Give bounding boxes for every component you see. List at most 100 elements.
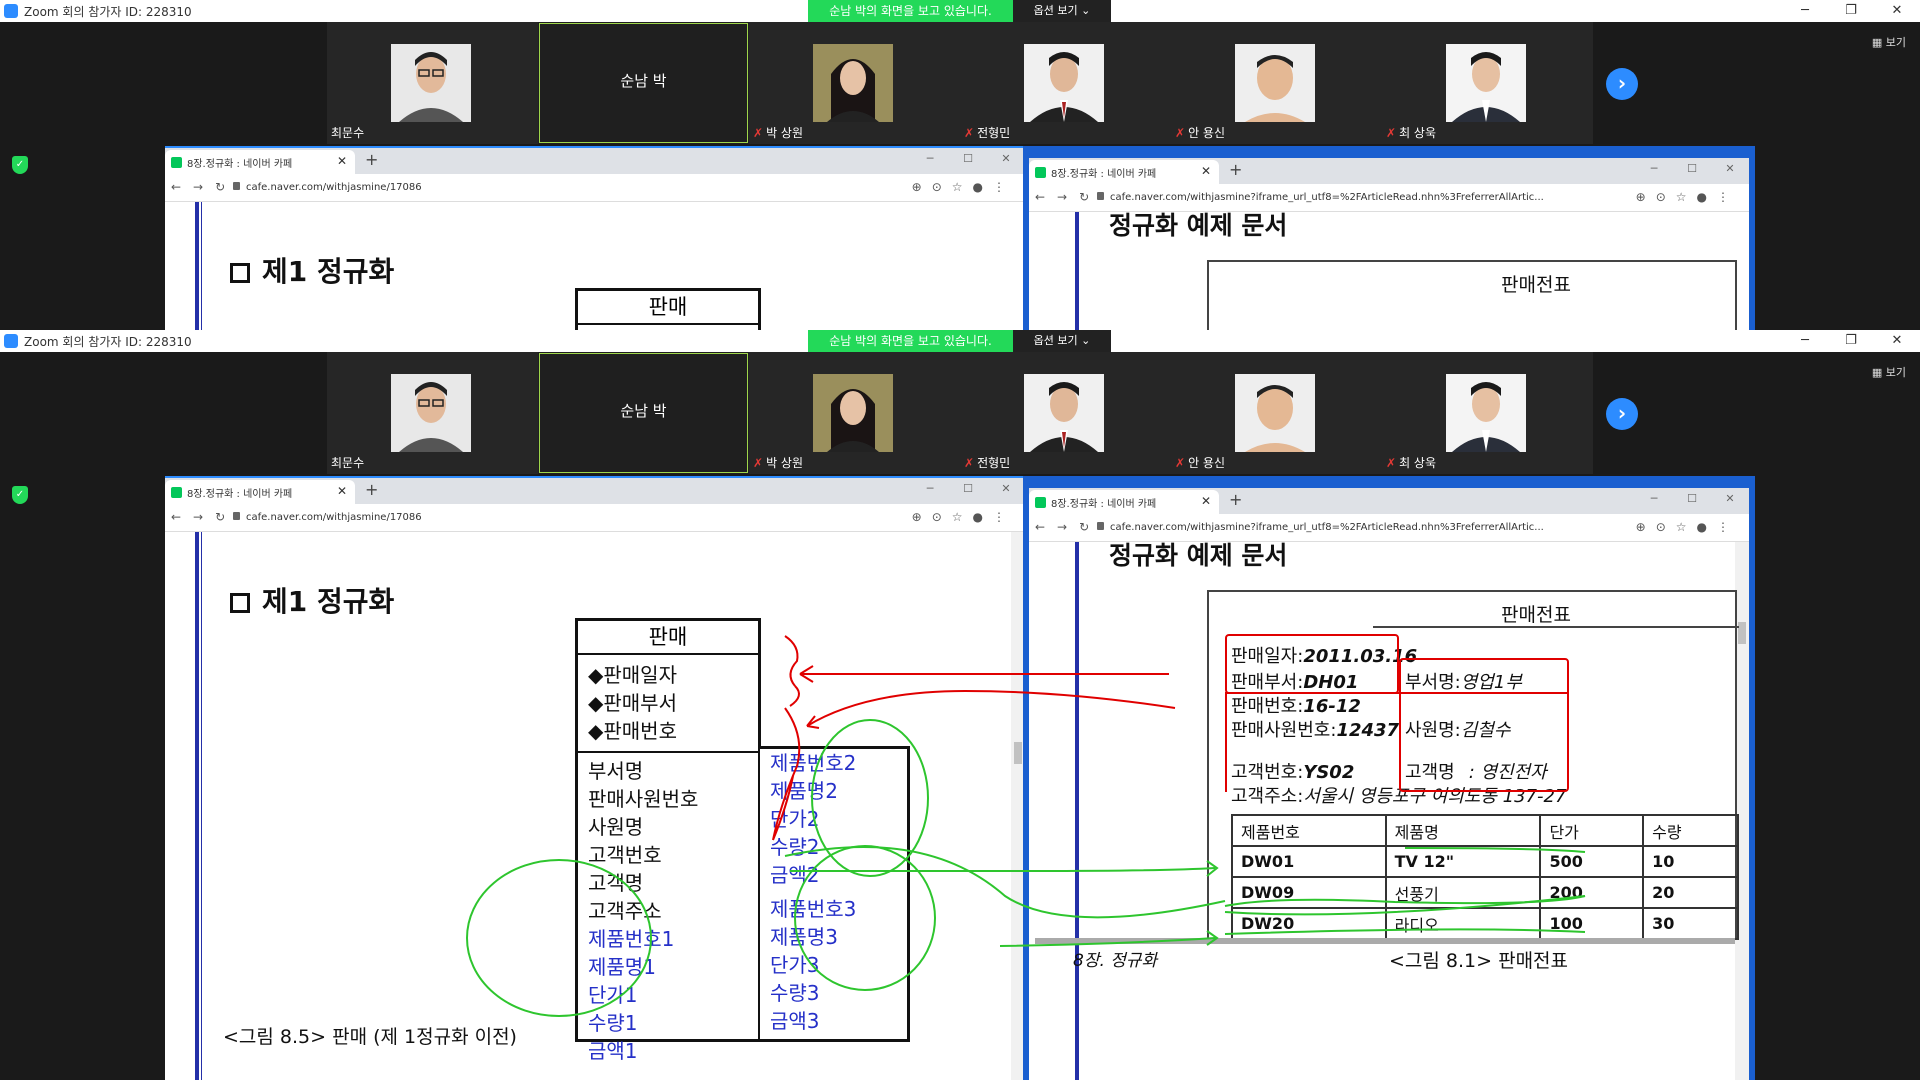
- minimize-icon[interactable]: ─: [1635, 488, 1673, 510]
- participant-photo: [1235, 44, 1315, 122]
- muted-mic-icon: ✗: [964, 126, 975, 140]
- minimize-icon[interactable]: ─: [1782, 330, 1828, 352]
- tab-close-icon[interactable]: ✕: [1201, 494, 1211, 508]
- participant-tile[interactable]: ✗ 박 상원: [749, 22, 960, 144]
- zoom-title: Zoom 회의 참가자 ID: 228310: [24, 4, 192, 19]
- participant-name: 박 상원: [766, 126, 803, 140]
- view-options-button[interactable]: 옵션 보기 ⌄: [1013, 330, 1111, 352]
- extension-icons[interactable]: ⊕⊙☆●⋮: [1636, 520, 1739, 534]
- attribute: 고객명: [588, 871, 644, 895]
- browser-right-top: 8장.정규화 : 네이버 카페 ✕ + ─ ☐ ✕ ←→↻ cafe.naver.com/w…: [1023, 146, 1755, 330]
- back-forward-reload-icons[interactable]: ←→↻: [1035, 190, 1101, 204]
- participant-tile[interactable]: ✗ 안 용신: [1171, 352, 1382, 474]
- extension-icons[interactable]: ⊕⊙☆●⋮: [912, 180, 1015, 194]
- key-attribute: ◆판매부서: [588, 691, 677, 715]
- tab-close-icon[interactable]: ✕: [337, 484, 347, 498]
- maximize-icon[interactable]: ☐: [1673, 488, 1711, 510]
- participant-tile-active[interactable]: 순남 박: [538, 22, 749, 144]
- participant-tile[interactable]: ✗ 전형민: [960, 352, 1171, 474]
- participant-name: 전형민: [977, 456, 1011, 470]
- address-bar[interactable]: cafe.naver.com/withjasmine/17086: [246, 182, 422, 193]
- participant-tile[interactable]: ✗ 최 상욱: [1382, 22, 1593, 144]
- naver-cafe-favicon: [171, 487, 182, 498]
- extension-icons[interactable]: ⊕⊙☆●⋮: [1636, 190, 1739, 204]
- zoom-app-icon: [4, 334, 18, 348]
- browser-tab-title[interactable]: 8장.정규화 : 네이버 카페: [187, 489, 292, 500]
- minimize-icon[interactable]: ─: [1635, 158, 1673, 180]
- entity-table: 판매 ◆판매일자 ◆판매부서 ◆판매번호 부서명 판매사원번호 사원명 고객번호…: [575, 618, 761, 1063]
- back-forward-reload-icons[interactable]: ←→↻: [1035, 520, 1101, 534]
- form-title: 판매전표: [1501, 274, 1571, 296]
- participant-name: 최문수: [331, 456, 365, 470]
- naver-cafe-favicon: [1035, 497, 1046, 508]
- section-heading: 제1 정규화: [230, 580, 394, 620]
- next-page-arrow-icon[interactable]: ›: [1606, 68, 1638, 100]
- zoom-titlebar: Zoom 회의 참가자 ID: 228310 순남 박의 화면을 보고 있습니다…: [0, 330, 1920, 352]
- participant-name: 최 상욱: [1399, 456, 1436, 470]
- participant-tile[interactable]: ✗ 전형민: [960, 22, 1171, 144]
- gallery-view-button[interactable]: ▦ 보기: [1872, 34, 1906, 50]
- next-page-arrow-icon[interactable]: ›: [1606, 398, 1638, 430]
- security-shield-icon[interactable]: ✓: [12, 156, 28, 174]
- maximize-icon[interactable]: ☐: [949, 148, 987, 170]
- repeating-attribute: 금액1: [588, 1039, 638, 1063]
- participant-tile-active[interactable]: 순남 박: [538, 352, 749, 474]
- participant-tile[interactable]: ✗ 최 상욱: [1382, 352, 1593, 474]
- repeating-attribute: 수량2: [770, 835, 820, 859]
- repeating-attribute: 금액3: [770, 1009, 820, 1033]
- participant-tile[interactable]: ✗ 박 상원: [749, 352, 960, 474]
- scrollbar[interactable]: [1735, 542, 1749, 1080]
- maximize-icon[interactable]: ☐: [949, 478, 987, 500]
- browser-tab-title[interactable]: 8장.정규화 : 네이버 카페: [1051, 499, 1156, 510]
- browser-tab-title[interactable]: 8장.정규화 : 네이버 카페: [187, 159, 292, 170]
- tab-close-icon[interactable]: ✕: [1201, 164, 1211, 178]
- participant-name: 최 상욱: [1399, 126, 1436, 140]
- gallery-view-button[interactable]: ▦ 보기: [1872, 364, 1906, 380]
- close-icon[interactable]: ✕: [1874, 0, 1920, 22]
- new-tab-icon[interactable]: +: [1229, 160, 1242, 179]
- address-bar[interactable]: cafe.naver.com/withjasmine?iframe_url_ut…: [1110, 522, 1544, 533]
- back-forward-reload-icons[interactable]: ←→↻: [171, 180, 237, 194]
- close-icon[interactable]: ✕: [987, 478, 1025, 500]
- new-tab-icon[interactable]: +: [365, 150, 378, 169]
- new-tab-icon[interactable]: +: [1229, 490, 1242, 509]
- attribute: 판매사원번호: [588, 787, 699, 811]
- security-shield-icon[interactable]: ✓: [12, 486, 28, 504]
- restore-icon[interactable]: ❐: [1828, 0, 1874, 22]
- participant-photo: [391, 374, 471, 452]
- close-icon[interactable]: ✕: [987, 148, 1025, 170]
- zoom-window-main: Zoom 회의 참가자 ID: 228310 순남 박의 화면을 보고 있습니다…: [0, 330, 1920, 1080]
- close-icon[interactable]: ✕: [1711, 488, 1749, 510]
- back-forward-reload-icons[interactable]: ←→↻: [171, 510, 237, 524]
- item-row: DW01 TV 12" 500 10: [1231, 845, 1739, 878]
- close-icon[interactable]: ✕: [1711, 158, 1749, 180]
- new-tab-icon[interactable]: +: [365, 480, 378, 499]
- naver-cafe-favicon: [1035, 167, 1046, 178]
- participant-tile[interactable]: 최문수: [327, 352, 538, 474]
- minimize-icon[interactable]: ─: [911, 478, 949, 500]
- repeating-attribute: 제품명3: [770, 925, 838, 949]
- participant-tile[interactable]: ✗ 안 용신: [1171, 22, 1382, 144]
- address-bar[interactable]: cafe.naver.com/withjasmine?iframe_url_ut…: [1110, 192, 1544, 203]
- participant-tile[interactable]: 최문수: [327, 22, 538, 144]
- page-content: 정규화 예제 문서 판매전표: [1029, 212, 1749, 330]
- repeating-attribute: 단가1: [588, 983, 638, 1007]
- view-options-button[interactable]: 옵션 보기 ⌄: [1013, 0, 1111, 22]
- repeating-attribute: 제품명1: [588, 955, 656, 979]
- participant-name: 박 상원: [766, 456, 803, 470]
- restore-icon[interactable]: ❐: [1828, 330, 1874, 352]
- tab-close-icon[interactable]: ✕: [337, 154, 347, 168]
- browser-left: 8장.정규화 : 네이버 카페 ✕ + ─ ☐ ✕ ←→↻ cafe.naver.com/w…: [165, 476, 1025, 1080]
- minimize-icon[interactable]: ─: [1782, 0, 1828, 22]
- maximize-icon[interactable]: ☐: [1673, 158, 1711, 180]
- participant-photo: [813, 374, 893, 452]
- address-bar[interactable]: cafe.naver.com/withjasmine/17086: [246, 512, 422, 523]
- close-icon[interactable]: ✕: [1874, 330, 1920, 352]
- minimize-icon[interactable]: ─: [911, 148, 949, 170]
- key-attributes: ◆판매일자 ◆판매부서 ◆판매번호: [578, 655, 758, 753]
- lock-icon: [233, 182, 240, 190]
- doc-heading: 정규화 예제 문서: [1109, 212, 1288, 240]
- item-row: DW09 선풍기 200 20: [1231, 876, 1739, 909]
- extension-icons[interactable]: ⊕⊙☆●⋮: [912, 510, 1015, 524]
- browser-tab-title[interactable]: 8장.정규화 : 네이버 카페: [1051, 169, 1156, 180]
